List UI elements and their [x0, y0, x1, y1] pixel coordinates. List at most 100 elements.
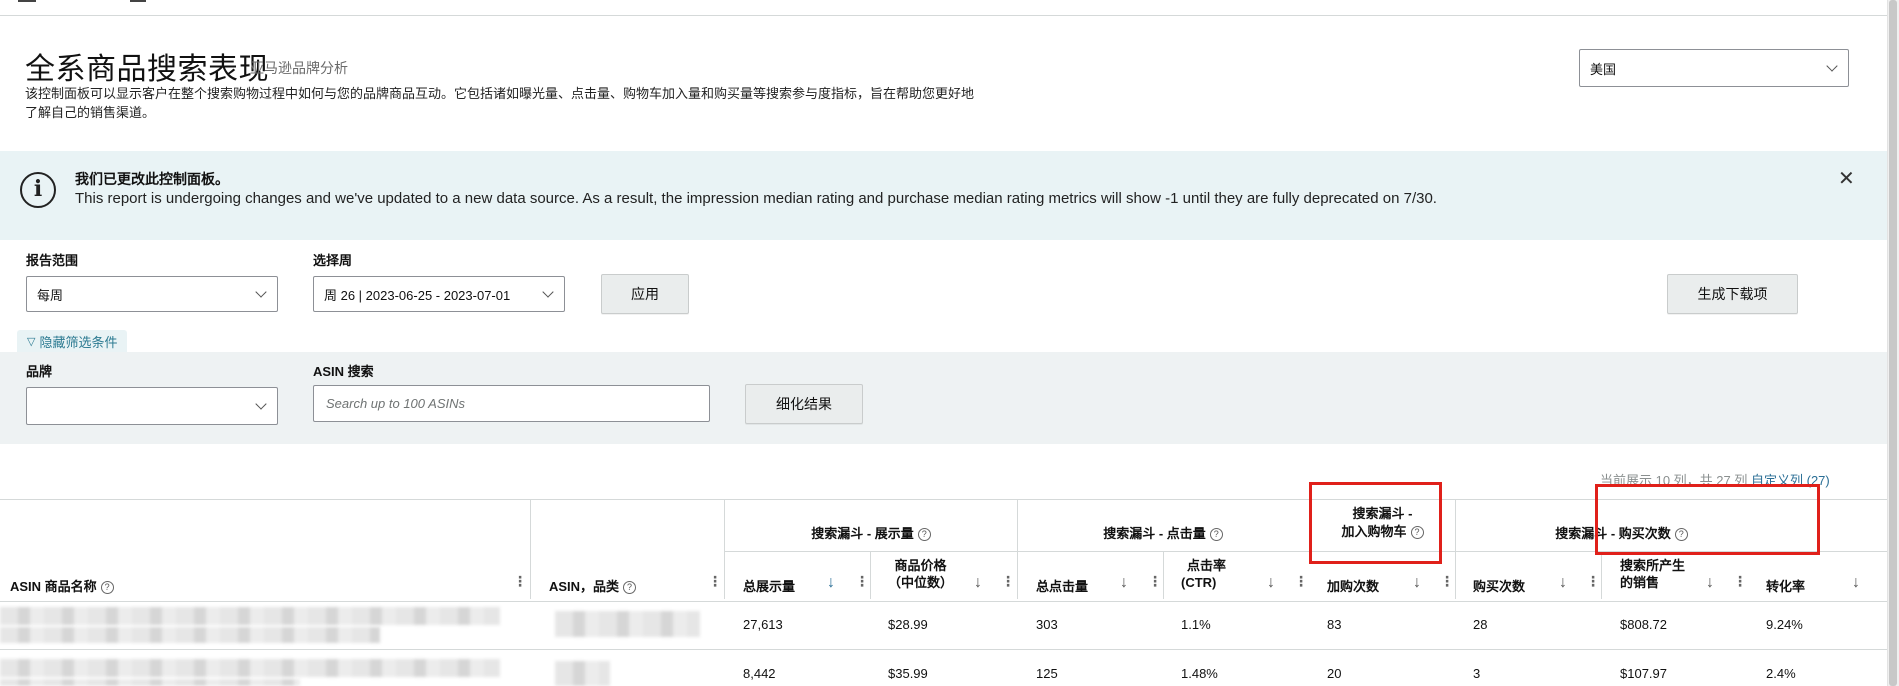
column-header-asin-category[interactable]: ASIN，品类? [549, 578, 637, 595]
redacted-asin-name [0, 679, 300, 686]
cell-impressions: 8,442 [743, 666, 776, 681]
column-header-asin-name[interactable]: ASIN 商品名称? [10, 578, 114, 595]
page-scrollbar-thumb[interactable] [1889, 0, 1897, 686]
group-header-clicks: 搜索漏斗 - 点击量? [1018, 525, 1308, 543]
cell-conversion: 9.24% [1766, 617, 1803, 632]
column-header-price-line1: 商品价格 [894, 558, 947, 573]
arrow-down-icon[interactable]: ↓ [1559, 574, 1567, 592]
cell-ctr: 1.1% [1181, 617, 1211, 632]
top-nav-bar [0, 0, 1899, 16]
arrow-down-icon[interactable]: ↓ [1267, 574, 1275, 592]
cell-sales: $107.97 [1620, 666, 1667, 681]
column-menu-icon[interactable]: ⋮ [1440, 573, 1454, 590]
cell-cart: 83 [1327, 617, 1342, 632]
cell-sales: $808.72 [1620, 617, 1667, 632]
hide-filters-label: 隐藏筛选条件 [39, 334, 118, 350]
column-divider [870, 551, 871, 599]
column-header-purchases[interactable]: 购买次数 [1473, 578, 1525, 595]
header-bottom-border [0, 601, 1887, 602]
column-header-asin-name-label: ASIN 商品名称 [10, 579, 97, 594]
brand-select[interactable] [26, 387, 278, 425]
question-circle-icon[interactable]: ? [623, 581, 637, 595]
cell-ctr: 1.48% [1181, 666, 1218, 681]
column-header-conversion[interactable]: 转化率 [1766, 578, 1805, 595]
country-select-value: 美国 [1590, 61, 1617, 77]
chevron-down-icon [255, 398, 267, 410]
cell-clicks: 303 [1036, 617, 1058, 632]
column-header-ctr-line1: 点击率 [1187, 558, 1227, 573]
column-header-ctr[interactable]: 点击率 (CTR) [1181, 557, 1226, 591]
arrow-down-icon[interactable]: ↓ [1706, 574, 1714, 592]
arrow-down-icon[interactable]: ↓ [1120, 574, 1128, 592]
column-menu-icon[interactable]: ⋮ [1733, 573, 1747, 590]
column-menu-icon[interactable]: ⋮ [1148, 573, 1162, 590]
question-circle-icon[interactable]: ? [917, 528, 931, 542]
close-icon[interactable]: ✕ [1838, 166, 1855, 191]
week-select[interactable]: 周 26 | 2023-06-25 - 2023-07-01 [313, 276, 565, 312]
column-menu-icon[interactable]: ⋮ [708, 573, 722, 590]
column-header-total-impressions[interactable]: 总展示量 [743, 578, 795, 595]
column-divider [1017, 499, 1018, 599]
column-divider [1163, 551, 1164, 599]
asin-search-label: ASIN 搜索 [313, 364, 374, 379]
column-menu-icon[interactable]: ⋮ [513, 573, 527, 590]
report-range-select[interactable]: 每周 [26, 276, 278, 312]
group-header-clicks-label: 搜索漏斗 - 点击量 [1103, 526, 1206, 541]
refine-results-button[interactable]: 细化结果 [745, 384, 863, 424]
asin-search-placeholder: Search up to 100 ASINs [326, 396, 465, 411]
arrow-down-icon[interactable]: ↓ [974, 574, 982, 592]
hide-filters-toggle[interactable]: ▽ 隐藏筛选条件 [17, 330, 128, 352]
arrow-down-icon[interactable]: ↓ [1413, 574, 1421, 592]
redacted-asin-name [0, 627, 380, 643]
arrow-down-icon[interactable]: ↓ [1852, 574, 1860, 592]
question-circle-icon[interactable]: ? [100, 581, 114, 595]
column-menu-icon[interactable]: ⋮ [1001, 573, 1015, 590]
column-header-search-sales[interactable]: 搜索所产生 的销售 [1620, 557, 1685, 591]
column-header-cart-adds[interactable]: 加购次数 [1327, 578, 1379, 595]
asin-search-input[interactable]: Search up to 100 ASINs [313, 385, 710, 422]
apply-button[interactable]: 应用 [601, 274, 689, 314]
filter-panel [0, 352, 1887, 444]
column-menu-icon[interactable]: ⋮ [855, 573, 869, 590]
cell-purchases: 3 [1473, 666, 1481, 681]
week-select-value: 周 26 | 2023-06-25 - 2023-07-01 [324, 287, 511, 303]
column-header-price[interactable]: 商品价格 （中位数） [888, 557, 953, 591]
report-range-value: 每周 [37, 287, 64, 303]
page-description: 该控制面板可以显示客户在整个搜索购物过程中如何与您的品牌商品互动。它包括诸如曝光… [25, 86, 975, 120]
info-circle-icon: i [20, 172, 56, 208]
cell-conversion: 2.4% [1766, 666, 1796, 681]
nav-fragment [18, 0, 36, 2]
cell-price: $28.99 [888, 617, 928, 632]
column-header-total-clicks[interactable]: 总点击量 [1036, 578, 1088, 595]
redacted-asin-category [555, 611, 700, 637]
cell-price: $35.99 [888, 666, 928, 681]
brand-label: 品牌 [26, 364, 53, 379]
nav-fragment [130, 0, 146, 2]
column-menu-icon[interactable]: ⋮ [1586, 573, 1600, 590]
column-header-ctr-line2: (CTR) [1181, 575, 1217, 590]
funnel-icon: ▽ [27, 335, 36, 348]
highlight-box-purchases [1595, 484, 1820, 555]
cell-clicks: 125 [1036, 666, 1058, 681]
chevron-down-icon [255, 286, 267, 298]
cell-purchases: 28 [1473, 617, 1488, 632]
group-header-impressions-label: 搜索漏斗 - 展示量 [811, 526, 914, 541]
week-label: 选择周 [313, 253, 353, 268]
column-header-sales-line1: 搜索所产生 [1620, 558, 1686, 573]
cell-cart: 20 [1327, 666, 1342, 681]
redacted-asin-name [0, 659, 500, 677]
row-divider [0, 649, 1887, 650]
column-divider [1455, 499, 1456, 599]
country-select[interactable]: 美国 [1579, 49, 1849, 87]
chevron-down-icon [542, 286, 554, 298]
generate-download-button[interactable]: 生成下载项 [1667, 274, 1798, 314]
redacted-asin-category [555, 661, 610, 686]
page-subtitle: 亚马逊品牌分析 [250, 60, 348, 76]
column-divider [724, 499, 725, 599]
column-header-asin-category-label: ASIN，品类 [549, 579, 620, 594]
arrow-down-icon[interactable]: ↓ [827, 574, 835, 592]
column-divider [530, 499, 531, 599]
column-menu-icon[interactable]: ⋮ [1294, 573, 1308, 590]
question-circle-icon[interactable]: ? [1209, 528, 1223, 542]
column-header-price-line2: （中位数） [888, 575, 954, 590]
